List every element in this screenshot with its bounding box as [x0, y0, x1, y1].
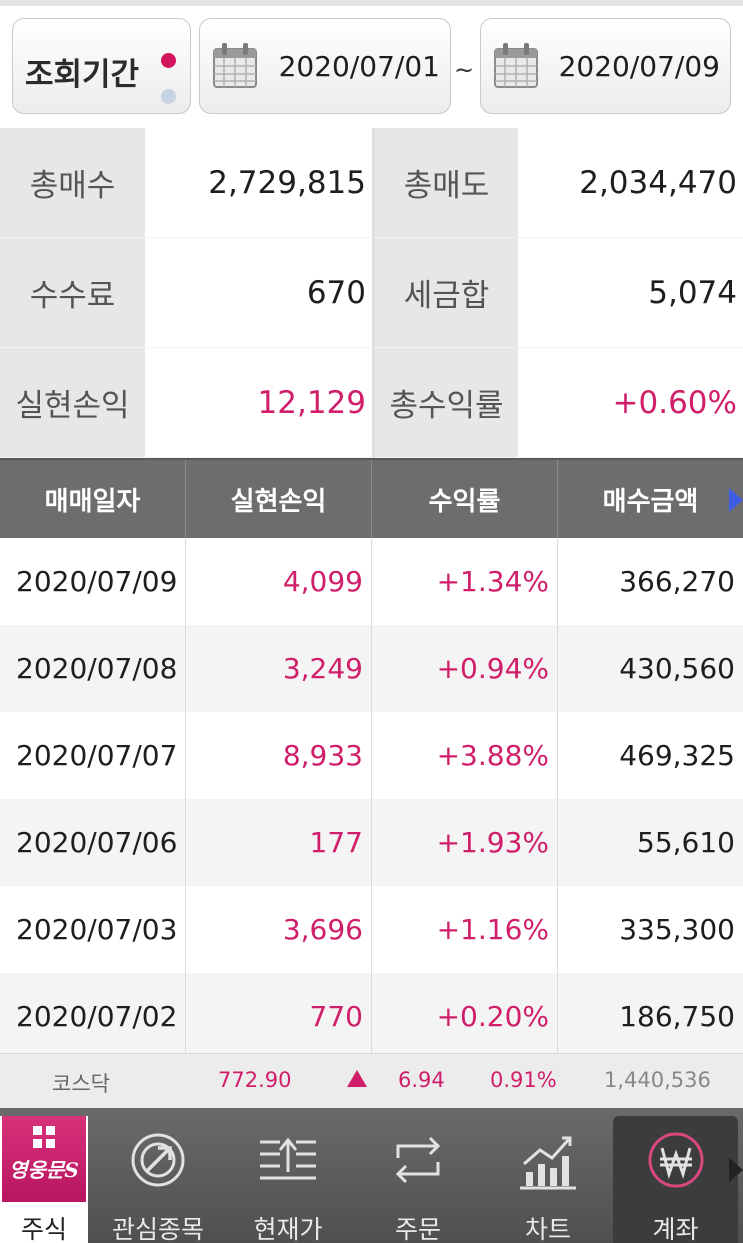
date-separator: ~: [454, 56, 475, 84]
period-selector: 조회기간 2020/07/01 ~ 2020/07/09: [0, 6, 743, 128]
exchange-arrows-icon: [395, 1136, 441, 1184]
summary-panel: 총매수 2,729,815 총매도 2,034,470 수수료 670 세금합 …: [0, 128, 743, 458]
total-buy-value: 2,729,815: [145, 128, 372, 237]
row-buy-amount: 366,270: [619, 565, 735, 598]
row-buy-amount: 55,610: [637, 826, 735, 859]
up-arrow-icon: [347, 1070, 367, 1087]
row-realized-pl: 3,249: [186, 625, 372, 712]
calendar-icon: [213, 43, 257, 88]
tax-value: 5,074: [518, 238, 743, 347]
row-return-rate: +0.94%: [372, 625, 558, 712]
ticker-change: 6.94: [398, 1068, 445, 1092]
row-date: 2020/07/02: [0, 973, 186, 1060]
nav-item-current-price[interactable]: 현재가: [223, 1116, 353, 1243]
nav-item-order[interactable]: 주문: [353, 1116, 483, 1243]
bottom-navigation: 영웅문S 주식 관심종목 현재가 주문 차트 계좌: [0, 1108, 743, 1243]
calendar-icon: [494, 43, 538, 88]
start-date-value: 2020/07/01: [278, 50, 440, 83]
fee-value: 670: [145, 238, 372, 347]
app-logo-text: 영웅문S: [9, 1158, 79, 1182]
fee-label: 수수료: [0, 238, 145, 347]
grid-icon: [33, 1126, 55, 1148]
realized-pl-label: 실현손익: [0, 348, 145, 457]
row-realized-pl: 770: [186, 973, 372, 1060]
scroll-right-arrow-icon[interactable]: [729, 488, 743, 512]
row-date: 2020/07/08: [0, 625, 186, 712]
won-coin-icon: [648, 1132, 704, 1188]
total-buy-label: 총매수: [0, 128, 145, 237]
nav-item-watchlist[interactable]: 관심종목: [93, 1116, 223, 1243]
row-buy-amount: 469,325: [619, 739, 735, 772]
table-header: 매매일자 실현손익 수익률 매수금액: [0, 458, 743, 538]
row-realized-pl: 3,696: [186, 886, 372, 973]
table-body: 2020/07/09 4,099 +1.34% 366,270 2020/07/…: [0, 538, 743, 1060]
nav-item-stocks[interactable]: 영웅문S 주식: [0, 1116, 88, 1243]
nav-item-account[interactable]: 계좌: [613, 1116, 738, 1243]
row-buy-amount: 335,300: [619, 913, 735, 946]
period-button[interactable]: 조회기간: [12, 18, 191, 114]
row-buy-amount: 186,750: [619, 1000, 735, 1033]
index-ticker[interactable]: 코스닥 772.90 6.94 0.91% 1,440,536: [0, 1053, 743, 1108]
table-row[interactable]: 2020/07/03 3,696 +1.16% 335,300: [0, 886, 743, 973]
row-return-rate: +0.20%: [372, 973, 558, 1060]
ticker-volume: 1,440,536: [604, 1068, 711, 1092]
row-date: 2020/07/09: [0, 538, 186, 625]
row-date: 2020/07/06: [0, 799, 186, 886]
period-label: 조회기간: [25, 57, 140, 93]
row-date: 2020/07/03: [0, 886, 186, 973]
total-sell-value: 2,034,470: [518, 128, 743, 237]
total-sell-label: 총매도: [375, 128, 518, 237]
header-buy-amount[interactable]: 매수금액: [558, 460, 743, 538]
target-arrow-icon: [131, 1133, 185, 1187]
ticker-price: 772.90: [218, 1068, 292, 1092]
price-level-icon: [260, 1137, 316, 1180]
row-realized-pl: 8,933: [186, 712, 372, 799]
period-indicator-dot-active: [161, 53, 176, 68]
row-realized-pl: 4,099: [186, 538, 372, 625]
chart-trend-icon: [520, 1136, 576, 1190]
table-row[interactable]: 2020/07/02 770 +0.20% 186,750: [0, 973, 743, 1060]
row-buy-amount: 430,560: [619, 652, 735, 685]
row-realized-pl: 177: [186, 799, 372, 886]
row-return-rate: +1.93%: [372, 799, 558, 886]
table-row[interactable]: 2020/07/07 8,933 +3.88% 469,325: [0, 712, 743, 799]
app-logo: 영웅문S: [2, 1116, 86, 1202]
period-indicator-dot-inactive: [161, 89, 176, 104]
nav-label: 계좌: [652, 1215, 699, 1243]
start-date-field[interactable]: 2020/07/01: [199, 18, 451, 114]
tax-label: 세금합: [375, 238, 518, 347]
header-realized-pl[interactable]: 실현손익: [186, 460, 372, 538]
ticker-index-name: 코스닥: [52, 1072, 110, 1096]
nav-label: 주문: [394, 1215, 441, 1243]
row-return-rate: +1.34%: [372, 538, 558, 625]
total-return-label: 총수익률: [375, 348, 518, 457]
ticker-percent: 0.91%: [490, 1068, 557, 1092]
table-row[interactable]: 2020/07/08 3,249 +0.94% 430,560: [0, 625, 743, 712]
row-date: 2020/07/07: [0, 712, 186, 799]
row-return-rate: +3.88%: [372, 712, 558, 799]
table-row[interactable]: 2020/07/09 4,099 +1.34% 366,270: [0, 538, 743, 625]
header-trade-date[interactable]: 매매일자: [0, 460, 186, 538]
nav-label: 주식: [20, 1215, 67, 1243]
table-row[interactable]: 2020/07/06 177 +1.93% 55,610: [0, 799, 743, 886]
nav-more-arrow-icon[interactable]: [729, 1158, 743, 1182]
total-return-value: +0.60%: [518, 348, 743, 457]
nav-item-chart[interactable]: 차트: [483, 1116, 613, 1243]
end-date-field[interactable]: 2020/07/09: [480, 18, 731, 114]
end-date-value: 2020/07/09: [558, 50, 720, 83]
row-return-rate: +1.16%: [372, 886, 558, 973]
nav-label: 관심종목: [111, 1215, 204, 1243]
realized-pl-value: 12,129: [145, 348, 372, 457]
nav-label: 현재가: [253, 1215, 323, 1243]
header-return-rate[interactable]: 수익률: [372, 460, 558, 538]
summary-divider: [372, 128, 375, 458]
nav-label: 차트: [524, 1215, 571, 1243]
